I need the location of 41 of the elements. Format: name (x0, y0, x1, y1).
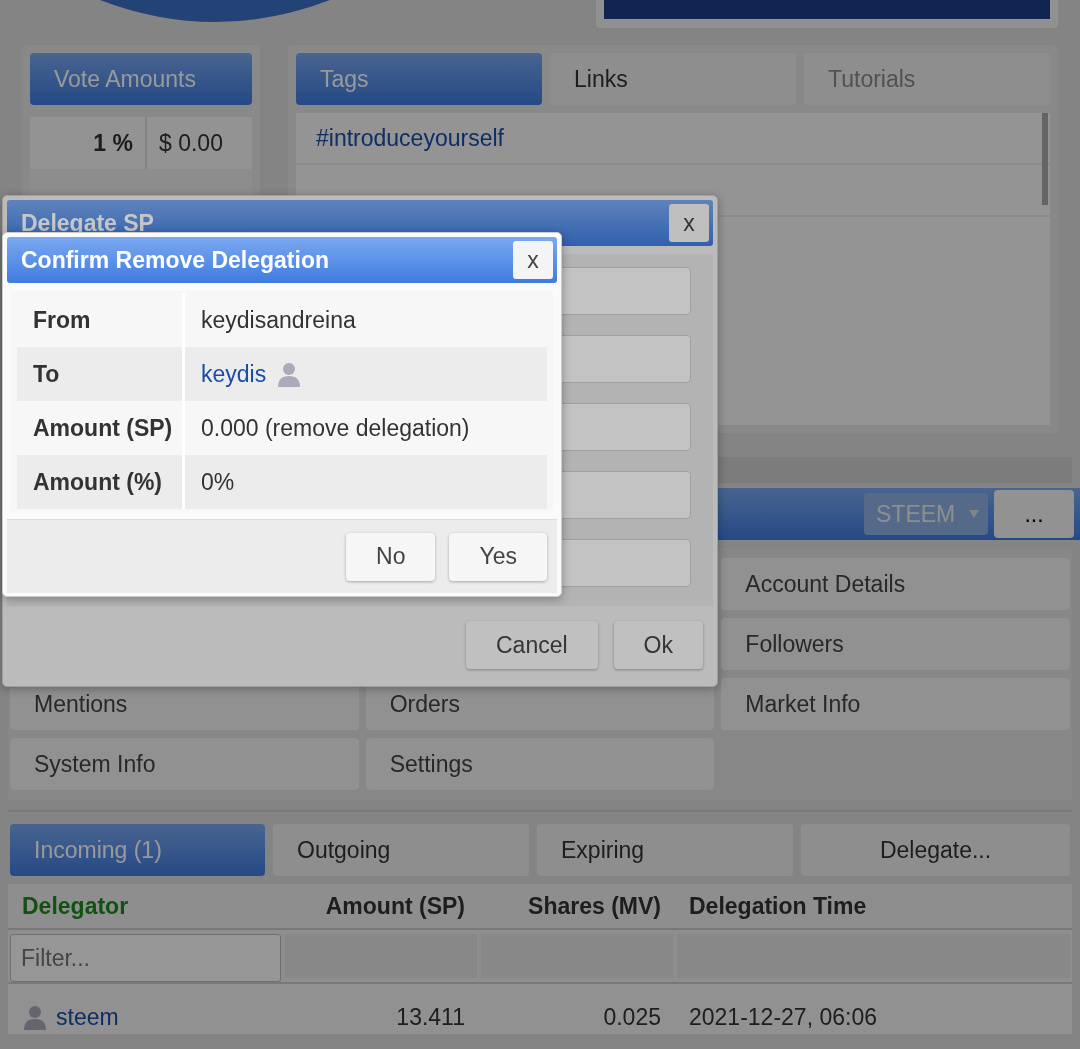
field-label: Amount (%) (17, 455, 185, 509)
menu-item[interactable]: Market Info (721, 678, 1070, 730)
field-value: 0% (200, 467, 235, 497)
field-value: keydisandreina (200, 305, 356, 335)
menu-item[interactable]: System Info (10, 738, 359, 790)
panel-header: Vote Amounts (30, 53, 252, 105)
column-header[interactable]: Shares (MV) (479, 884, 675, 930)
user-icon (276, 361, 303, 387)
dialog-title: Confirm Remove Delegation (21, 245, 329, 275)
scrollbar[interactable] (1042, 113, 1048, 205)
table-cell: 0.025 (479, 984, 675, 1034)
field-value: 0.000 (remove delegation) (200, 413, 470, 443)
column-header[interactable]: Delegator (8, 884, 283, 930)
field-label: To (17, 347, 185, 401)
user-icon (22, 1004, 48, 1031)
filter-field[interactable]: Filter... (10, 934, 281, 982)
user-link[interactable]: steem (56, 1004, 119, 1031)
table-cell: 13.411 (283, 984, 479, 1034)
percent-cell-text: 1 % (92, 128, 134, 158)
column-header[interactable]: Amount (SP) (283, 884, 479, 930)
dialog-button[interactable]: Ok (613, 621, 703, 669)
tab[interactable]: Outgoing (273, 824, 529, 876)
close-button[interactable]: x (513, 241, 553, 279)
table-cell: 2021-12-27, 06:06 (675, 984, 1072, 1034)
close-button[interactable]: x (669, 204, 709, 242)
menu-item[interactable]: Settings (365, 738, 715, 790)
tab[interactable]: Expiring (537, 824, 793, 876)
menu-item[interactable]: Followers (721, 618, 1070, 670)
tab[interactable]: Links (550, 53, 796, 105)
more-button[interactable]: ... (994, 490, 1074, 538)
tab[interactable]: Incoming (1) (10, 824, 265, 876)
tab[interactable]: Tags (296, 53, 542, 105)
menu-item[interactable]: Account Details (721, 558, 1070, 610)
tab[interactable]: Delegate... (801, 824, 1070, 876)
caret-icon (969, 510, 980, 518)
user-link[interactable]: keydis (201, 356, 267, 392)
column-header[interactable]: Delegation Time (675, 884, 1072, 930)
dialog-button[interactable]: Yes (449, 532, 547, 581)
dialog-button[interactable]: Cancel (466, 621, 598, 669)
dialog-button[interactable]: No (346, 532, 436, 581)
dialog-title: Delegate SP (21, 208, 154, 238)
